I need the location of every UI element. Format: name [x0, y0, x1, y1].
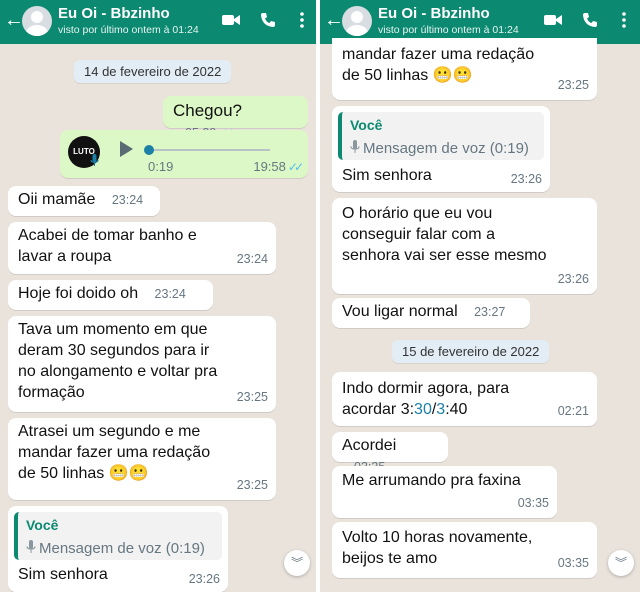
- audio-progress-knob[interactable]: [144, 145, 154, 155]
- message-text: Acordei: [342, 437, 397, 454]
- message-text: Me arrumando pra faxina: [342, 472, 521, 489]
- message-incoming[interactable]: Vou ligar normal 23:27: [332, 298, 530, 328]
- message-text-line: mandar fazer uma redação: [342, 46, 535, 63]
- message-time: 03:35: [557, 556, 589, 570]
- message-incoming[interactable]: Indo dormir agora, para acordar 3:30/3:4…: [332, 372, 597, 426]
- contact-name[interactable]: Eu Oi - Bbzinho: [378, 5, 490, 22]
- message-text-line: Volto 10 horas novamente,: [342, 529, 533, 546]
- message-text-line: Indo dormir agora, para: [342, 380, 510, 397]
- message-time: 23:24: [236, 252, 268, 266]
- message-text-line: O horário que eu vou: [342, 205, 493, 222]
- quoted-sender: Você: [26, 517, 59, 533]
- message-incoming[interactable]: mandar fazer uma redação de 50 linhas 😬😬…: [332, 38, 597, 100]
- message-time: 23:26: [557, 272, 589, 286]
- video-call-icon[interactable]: [544, 12, 562, 28]
- phone-icon[interactable]: [582, 12, 598, 28]
- message-incoming[interactable]: Tava um momento em que deram 30 segundos…: [8, 316, 276, 412]
- message-incoming[interactable]: Me arrumando pra faxina 03:35: [332, 466, 557, 518]
- scroll-down-button[interactable]: ︾: [284, 550, 310, 576]
- message-incoming[interactable]: Hoje foi doido oh 23:24: [8, 280, 213, 310]
- message-time: 23:27: [474, 305, 506, 319]
- quoted-message[interactable]: Você Mensagem de voz (0:19): [338, 112, 544, 160]
- audio-progress-track[interactable]: [146, 149, 270, 151]
- play-icon[interactable]: [118, 140, 134, 158]
- chevron-double-down-icon: ︾: [290, 556, 303, 570]
- date-chip: 14 de fevereiro de 2022: [74, 60, 232, 83]
- message-text: Vou ligar normal: [342, 303, 458, 320]
- message-time: 23:25: [236, 478, 268, 492]
- message-text-line: de 50 linhas 😬😬: [342, 67, 473, 84]
- more-vert-icon[interactable]: [621, 12, 627, 28]
- mic-icon: [350, 140, 360, 153]
- message-incoming[interactable]: Oii mamãe 23:24: [8, 186, 160, 216]
- message-incoming[interactable]: O horário que eu vou conseguir falar com…: [332, 198, 597, 294]
- back-arrow-icon[interactable]: ←: [324, 10, 344, 30]
- message-incoming[interactable]: Volto 10 horas novamente, beijos te amo …: [332, 522, 597, 578]
- message-time: 23:25: [557, 78, 589, 92]
- contact-name[interactable]: Eu Oi - Bbzinho: [58, 5, 170, 22]
- message-time: 23:26: [510, 172, 542, 186]
- message-outgoing[interactable]: Chegou? 05:29✓✓: [163, 96, 308, 140]
- message-incoming[interactable]: Atrasei um segundo e me mandar fazer uma…: [8, 418, 276, 500]
- message-text-line: de 50 linhas 😬😬: [18, 465, 149, 482]
- last-seen-status: visto por último ontem à 01:24: [378, 24, 519, 36]
- time-link[interactable]: 30: [414, 401, 432, 418]
- back-arrow-icon[interactable]: ←: [4, 10, 24, 30]
- message-text-line: senhora vai ser esse mesmo: [342, 247, 547, 264]
- more-vert-icon[interactable]: [299, 12, 305, 28]
- message-time: 19:58 ✓✓: [253, 159, 304, 174]
- message-time: 23:26: [188, 572, 220, 586]
- message-text-line: lavar a roupa: [18, 248, 112, 265]
- message-incoming[interactable]: Acabei de tomar banho e lavar a roupa 23…: [8, 222, 276, 274]
- last-seen-status: visto por último ontem à 01:24: [58, 24, 199, 36]
- quoted-text: Mensagem de voz (0:19): [350, 138, 536, 159]
- message-text: Sim senhora: [342, 167, 432, 184]
- message-incoming[interactable]: Acordei 03:35: [332, 432, 448, 474]
- mic-icon: [90, 154, 99, 166]
- date-chip: 15 de fevereiro de 2022: [392, 340, 550, 363]
- chat-screen-right: ← Eu Oi - Bbzinho visto por último ontem…: [320, 0, 640, 592]
- message-text-line: Acabei de tomar banho e: [18, 227, 197, 244]
- message-text: Chegou?: [173, 101, 243, 120]
- message-text: Sim senhora: [18, 566, 108, 583]
- video-call-icon[interactable]: [222, 12, 240, 28]
- message-time: 23:24: [111, 193, 144, 207]
- quoted-text: Mensagem de voz (0:19): [26, 538, 214, 559]
- chat-header: ← Eu Oi - Bbzinho visto por último ontem…: [0, 0, 316, 44]
- message-text-line: Atrasei um segundo e me: [18, 423, 201, 440]
- mic-icon: [26, 540, 36, 553]
- reply-message-incoming[interactable]: Você Mensagem de voz (0:19) Sim senhora …: [8, 506, 228, 592]
- reply-message-incoming[interactable]: Você Mensagem de voz (0:19) Sim senhora …: [332, 106, 550, 192]
- phone-icon[interactable]: [260, 12, 276, 28]
- chat-screen-left: ← Eu Oi - Bbzinho visto por último ontem…: [0, 0, 316, 592]
- message-text-line: deram 30 segundos para ir: [18, 342, 210, 359]
- message-text-line: acordar 3:30/3:40: [342, 401, 468, 418]
- message-text-line: conseguir falar com a: [342, 226, 495, 243]
- message-text: Hoje foi doido oh: [18, 285, 139, 302]
- message-text-line: formação: [18, 384, 85, 401]
- time-link[interactable]: 3: [436, 401, 445, 418]
- message-time: 23:25: [236, 390, 268, 404]
- contact-avatar[interactable]: [22, 6, 52, 36]
- contact-avatar[interactable]: [342, 6, 372, 36]
- quoted-message[interactable]: Você Mensagem de voz (0:19): [14, 512, 222, 560]
- message-text: Oii mamãe: [18, 191, 96, 208]
- scroll-down-button[interactable]: ︾: [608, 550, 634, 576]
- message-text-line: Tava um momento em que: [18, 321, 208, 338]
- quoted-sender: Você: [350, 117, 383, 133]
- chevron-double-down-icon: ︾: [614, 556, 627, 570]
- double-check-icon: ✓✓: [287, 160, 304, 174]
- message-text-line: no alongamento e voltar pra: [18, 363, 218, 380]
- message-time: 23:24: [154, 287, 186, 301]
- message-text-line: beijos te amo: [342, 550, 438, 567]
- message-text-line: mandar fazer uma redação: [18, 444, 211, 461]
- message-time: 02:21: [557, 404, 589, 418]
- voice-message-outgoing[interactable]: LUTO 0:19 19:58 ✓✓: [60, 130, 308, 178]
- message-time: 03:35: [517, 496, 549, 510]
- audio-elapsed: 0:19: [148, 159, 174, 174]
